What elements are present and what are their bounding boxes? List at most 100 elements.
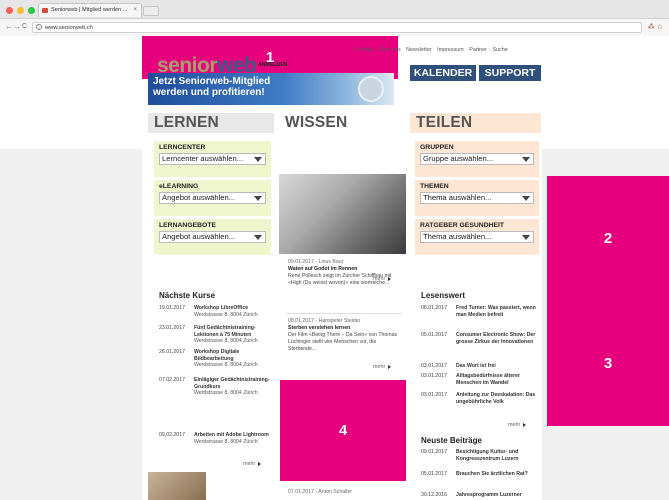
ratgeber-select[interactable]: Thema auswählen... [420,231,534,243]
chevron-down-icon [522,196,530,201]
address-bar[interactable]: i www.seniorweb.ch [32,22,642,33]
browser-chrome: Seniorweb | Mitglied werden ... × ← → C … [0,0,669,36]
themen-box: THEMEN Thema auswählen... [415,180,539,216]
lesenswert-more-link[interactable]: mehr [508,422,527,428]
article-more-link[interactable]: mehr [373,364,392,370]
new-tab-button[interactable] [143,6,159,16]
article-meta: 07.01.2017 - Anton Schaller [288,489,353,495]
gruppen-select-value: Gruppe auswählen... [423,154,494,163]
chevron-down-icon [254,235,262,240]
banner-photo [358,76,384,102]
item-date: 03.01.2017 [421,392,447,398]
article-title: Waten auf Godot im Rennen [288,266,358,272]
nav-link-ueber-uns[interactable]: Über uns [379,47,401,53]
login-link[interactable]: ANMELDEN [258,62,287,68]
nav-link-newsletter[interactable]: Newsletter [406,47,431,53]
elearning-select[interactable]: Angebot auswählen... [159,192,266,204]
item-title: Brauchen Sie ärztlichen Rat? [456,471,528,477]
forward-icon[interactable]: → [13,22,21,32]
item-title: Das Wort ist frei [456,363,496,369]
article-text: Der Film «Being There – Da Sein» von Tho… [288,332,398,352]
mehr-label: mehr [373,364,386,370]
kurs-location: Werdstrasse 8, 8004 Zürich [194,362,258,369]
article-teaser[interactable]: 08.01.2017 - Hanspeter Steider Sterben v… [288,318,402,353]
kurs-location: Werdstrasse 8, 8004 Zürich [194,338,258,345]
column-header-lernen: LERNEN [148,113,274,133]
mehr-label: mehr [243,461,256,467]
elearning-box: eLEARNING Angebot auswählen... [154,180,271,216]
kalender-button[interactable]: KALENDER [410,65,476,81]
nav-link-suche[interactable]: Suche [492,47,507,53]
lernangebote-select-value: Angebot auswählen... [162,232,236,241]
mehr-label: mehr [373,276,386,282]
item-title: Anleitung zur Deeskalation: Das ungebühr… [456,392,536,405]
tab-title: Seniorweb | Mitglied werden ... [51,7,128,13]
item-title: Alltagsbedürfnisse älterer Menschen im W… [456,373,521,386]
gruppen-title: GRUPPEN [420,144,454,151]
column-header-wissen: WISSEN [279,113,406,133]
item-title: Consumer Electronic Show: Der grosse Zir… [456,332,536,345]
lernangebote-title: LERNANGEBOTE [159,222,217,229]
chevron-down-icon [522,235,530,240]
kurs-title: Workshop Digitale Bildbearbeitung [194,349,240,362]
info-icon[interactable]: i [36,24,42,30]
browser-toolbar: ← → C i www.seniorweb.ch ⁂ ☆ [0,18,669,36]
minimize-window-button[interactable] [17,7,24,14]
annotation-box-2-3: 2 3 [547,176,669,426]
article-more-link[interactable]: mehr [373,276,392,282]
article-meta: 09.01.2017 - Linus Baur [288,259,344,265]
extension-bookmark-icon[interactable]: ⁂ ☆ [648,23,663,31]
article-teaser[interactable]: 07.01.2017 - Anton Schaller [288,489,402,496]
kurs-title: Einlägiger Gedächtnistraining-Grundkurs [194,377,270,390]
article-teaser[interactable]: 09.01.2017 - Linus Baur Waten auf Godot … [288,259,402,287]
kurs-date: 07.02.2017 [159,377,185,383]
kurse-teaser-image[interactable] [148,472,206,500]
elearning-select-value: Angebot auswählen... [162,193,236,202]
neuste-title: Neuste Beiträge [421,436,482,445]
article-image[interactable] [279,174,406,254]
maximize-window-button[interactable] [28,7,35,14]
item-date: 08.01.2017 [421,305,447,311]
kurs-date: 26.01.2017 [159,349,185,355]
nav-link-partner[interactable]: Partner [469,47,487,53]
kurs-location: Werdstrasse 8, 8004 Zürich [194,438,258,445]
membership-banner[interactable]: Jetzt Seniorweb-Mitglied werden und prof… [148,73,394,105]
close-window-button[interactable] [6,7,13,14]
annotation-box-4: 4 [280,380,406,481]
elearning-title: eLEARNING [159,183,199,190]
ratgeber-title: RATGEBER GESUNDHEIT [420,222,505,229]
ratgeber-select-value: Thema auswählen... [423,232,492,241]
item-title: Fred Turner: Was passiert, wenn man Medi… [456,305,536,318]
chevron-down-icon [254,196,262,201]
kurs-title: Arbeiten mit Adobe Lightroom [194,432,269,438]
item-date: 03.01.2017 [421,363,447,369]
item-date: 30.12.2016 [421,492,447,498]
gruppen-select[interactable]: Gruppe auswählen... [420,153,534,165]
lerncenter-select[interactable]: Lerncenter auswählen... [159,153,266,165]
window-controls [6,7,35,14]
reload-icon[interactable]: C [22,22,27,32]
kurs-date: 23.01.2017 [159,325,185,331]
kurse-title: Nächste Kurse [159,291,216,300]
gruppen-box: GRUPPEN Gruppe auswählen... [415,141,539,177]
item-date: 03.01.2017 [421,373,447,379]
arrow-right-icon [258,461,262,466]
banner-text: Jetzt Seniorweb-Mitglied werden und prof… [153,76,270,98]
lernangebote-select[interactable]: Angebot auswählen... [159,231,266,243]
themen-select[interactable]: Thema auswählen... [420,192,534,204]
kurs-date: 09.02.2017 [159,432,185,438]
lerncenter-title: LERNCENTER [159,144,206,151]
mehr-label: mehr [508,422,521,428]
top-navigation: Kontakt Über uns Newsletter Impressum Pa… [355,47,512,53]
chevron-down-icon [254,157,262,162]
support-button[interactable]: SUPPORT [479,65,541,81]
back-icon[interactable]: ← [5,22,13,32]
nav-link-kontakt[interactable]: Kontakt [355,47,373,53]
arrow-right-icon [388,364,392,369]
lesenswert-title: Lesenswert [421,291,466,300]
browser-tab[interactable]: Seniorweb | Mitglied werden ... × [38,3,142,17]
themen-select-value: Thema auswählen... [423,193,492,202]
tab-close-icon[interactable]: × [133,4,137,17]
kurse-more-link[interactable]: mehr [243,461,262,467]
nav-link-impressum[interactable]: Impressum [437,47,464,53]
